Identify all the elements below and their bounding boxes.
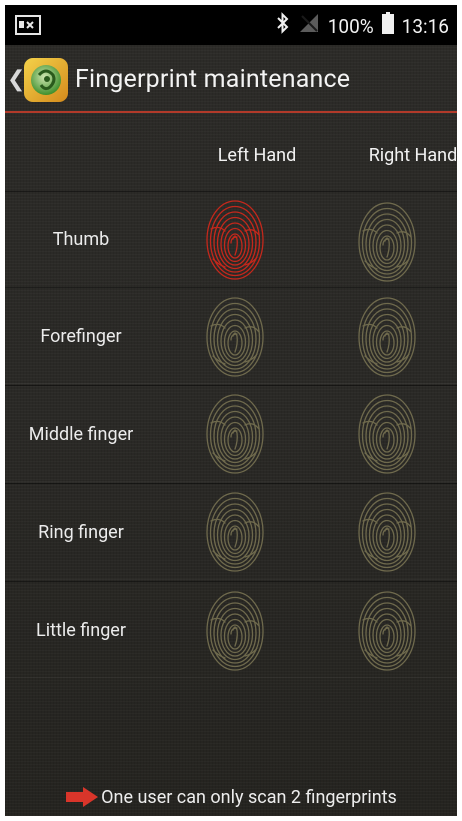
right-middle-fingerprint-icon[interactable]	[357, 393, 417, 475]
finger-row-middle: Middle finger	[5, 385, 457, 482]
bluetooth-icon	[276, 12, 290, 41]
right-thumb-fingerprint-icon[interactable]	[357, 201, 417, 283]
contact-card-icon	[15, 15, 41, 39]
left-little-fingerprint-icon[interactable]	[205, 590, 265, 672]
finger-row-thumb: Thumb	[5, 191, 457, 288]
finger-label: Little finger	[36, 620, 126, 641]
left-forefinger-fingerprint-icon[interactable]	[205, 296, 265, 378]
finger-row-forefinger: Forefinger	[5, 287, 457, 384]
left-middle-fingerprint-icon[interactable]	[205, 393, 265, 475]
left-thumb-fingerprint-icon[interactable]	[205, 199, 265, 281]
footer-text: One user can only scan 2 fingerprints	[101, 786, 397, 808]
right-forefinger-fingerprint-icon[interactable]	[357, 296, 417, 378]
screen: 100% 13:16 ❮ Fingerprint maintenance Lef…	[5, 5, 457, 816]
finger-row-ring: Ring finger	[5, 483, 457, 580]
battery-text: 100%	[327, 14, 374, 38]
right-hand-header: Right Hand	[368, 145, 457, 166]
finger-label: Ring finger	[38, 522, 124, 543]
action-bar: ❮ Fingerprint maintenance	[5, 45, 457, 113]
status-bar: 100% 13:16	[5, 5, 457, 45]
right-arrow-icon	[66, 787, 99, 807]
fingerprint-app-icon[interactable]	[23, 57, 69, 103]
footer-note: One user can only scan 2 fingerprints	[5, 781, 457, 813]
no-signal-icon	[298, 12, 320, 41]
battery-icon	[381, 12, 394, 41]
finger-label: Middle finger	[28, 424, 134, 445]
right-little-fingerprint-icon[interactable]	[357, 590, 417, 672]
right-ring-fingerprint-icon[interactable]	[357, 491, 417, 573]
left-hand-header: Left Hand	[217, 145, 297, 166]
finger-label: Thumb	[52, 229, 110, 250]
finger-label: Forefinger	[40, 326, 122, 347]
finger-row-little: Little finger	[5, 581, 457, 678]
clock: 13:16	[401, 14, 449, 38]
left-ring-fingerprint-icon[interactable]	[205, 491, 265, 573]
page-title: Fingerprint maintenance	[75, 65, 351, 94]
